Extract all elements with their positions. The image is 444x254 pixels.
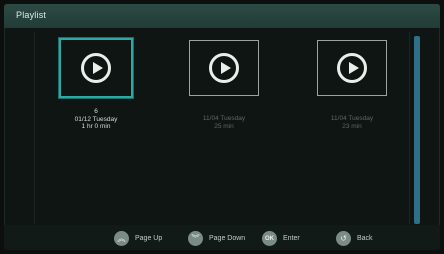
back-label: Back [357, 235, 373, 242]
playlist-item-meta: 11/04 Tuesday 25 min [174, 115, 274, 130]
playlist-item-3[interactable]: 11/04 Tuesday 23 min [305, 40, 415, 150]
header-bar: Playlist [4, 4, 440, 28]
playlist-item-meta: 11/04 Tuesday 23 min [302, 115, 402, 130]
enter-label: Enter [283, 235, 300, 242]
playlist-item-duration: 1 hr 0 min [81, 123, 111, 130]
play-icon [337, 53, 367, 83]
scrollbar-thumb[interactable] [414, 36, 420, 224]
chevron-up-icon: ︽ [114, 231, 129, 246]
playlist-item-1[interactable]: 6 01/12 Tuesday 1 hr 0 min [46, 38, 159, 150]
scrollbar[interactable] [414, 36, 420, 224]
chevron-down-icon: ︾ [188, 231, 203, 246]
playlist-item-thumb[interactable] [189, 40, 259, 96]
back-hint[interactable]: ↺ Back [336, 231, 373, 246]
playlist-item-thumb[interactable] [59, 38, 133, 98]
playlist-item-date: 11/04 Tuesday [202, 115, 246, 122]
playlist-item-date: 11/04 Tuesday [330, 115, 374, 122]
playlist-item-meta: 6 01/12 Tuesday 1 hr 0 min [46, 108, 146, 131]
playlist-item-date: 01/12 Tuesday [74, 115, 118, 123]
page-down-hint[interactable]: ︾ Page Down [188, 231, 245, 246]
play-icon [209, 53, 239, 83]
page-title: Playlist [16, 10, 47, 20]
play-icon [81, 53, 111, 83]
playlist-screen: Playlist 6 01/12 Tuesday 1 hr 0 min 11/0… [4, 4, 440, 250]
page-up-hint[interactable]: ︽ Page Up [114, 231, 162, 246]
ok-icon: OK [262, 231, 277, 246]
back-icon: ↺ [336, 231, 351, 246]
playlist-item-duration: 23 min [342, 122, 362, 130]
page-down-label: Page Down [209, 235, 246, 242]
playlist-item-2[interactable]: 11/04 Tuesday 25 min [177, 40, 287, 150]
page-up-label: Page Up [135, 235, 163, 242]
playlist-item-duration: 25 min [214, 122, 234, 130]
playlist-item-thumb[interactable] [317, 40, 387, 96]
playlist-item-number: 6 [94, 108, 98, 115]
playlist-grid: 6 01/12 Tuesday 1 hr 0 min 11/04 Tuesday… [34, 32, 410, 224]
enter-hint[interactable]: OK Enter [262, 231, 300, 246]
footer-hints: ︽ Page Up ︾ Page Down OK Enter ↺ Back [4, 225, 440, 250]
